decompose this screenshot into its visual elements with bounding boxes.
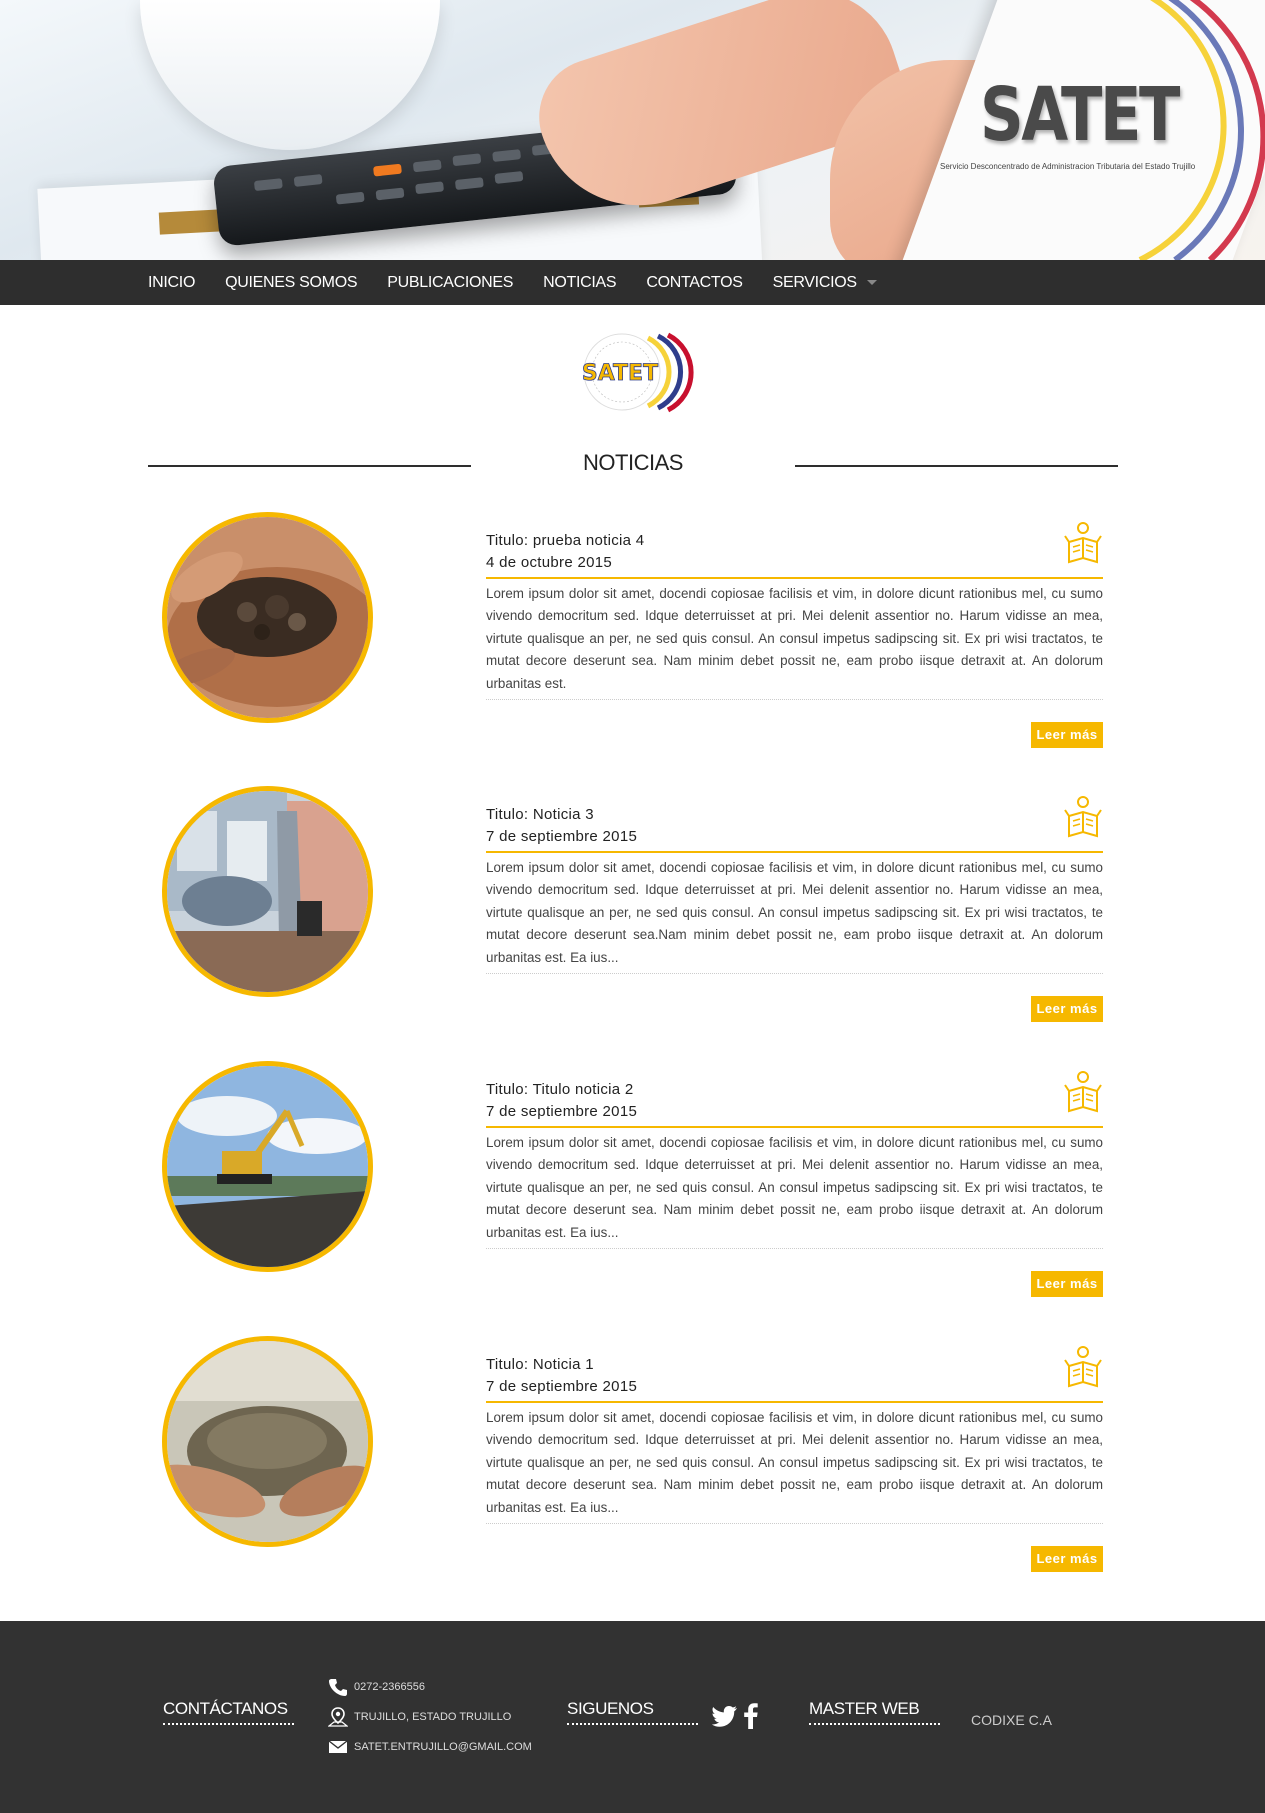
contact-title: CONTÁCTANOS [163, 1699, 294, 1725]
nav-label: PUBLICACIONES [387, 273, 514, 291]
section-heading: NOTICIAS [583, 450, 683, 475]
contact-address: TRUJILLO, ESTADO TRUJILLO [328, 1707, 511, 1727]
address-text: TRUJILLO, ESTADO TRUJILLO [354, 1711, 512, 1723]
news-date: 7 de septiembre 2015 [486, 828, 638, 845]
coffee-cup-image [140, 0, 440, 150]
news-body: Titulo: Titulo noticia 2 7 de septiembre… [486, 1079, 1103, 1297]
follow-title: SIGUENOS [567, 1699, 698, 1725]
phone-text: 0272-2366556 [354, 1681, 425, 1693]
news-date: 7 de septiembre 2015 [486, 1378, 638, 1395]
news-photo-soil[interactable] [162, 1336, 373, 1547]
nav-label: SERVICIOS [772, 273, 857, 291]
location-icon [328, 1707, 348, 1727]
news-item: Titulo: Titulo noticia 2 7 de septiembre… [0, 1061, 1265, 1321]
news-item: Titulo: Noticia 1 7 de septiembre 2015 L… [0, 1336, 1265, 1596]
facebook-icon[interactable] [744, 1703, 758, 1729]
news-body: Titulo: Noticia 1 7 de septiembre 2015 L… [486, 1354, 1103, 1572]
nav-label: INICIO [148, 273, 196, 291]
main-nav: INICIO QUIENES SOMOS PUBLICACIONES NOTIC… [0, 260, 1265, 305]
news-excerpt: Lorem ipsum dolor sit amet, docendi copi… [486, 860, 1103, 965]
reader-icon [1064, 1071, 1102, 1113]
phone-icon [329, 1679, 347, 1696]
news-date: 7 de septiembre 2015 [486, 1103, 638, 1120]
news-date: 4 de octubre 2015 [486, 554, 613, 571]
dotted-divider [486, 973, 1103, 975]
reader-icon [1064, 796, 1102, 838]
read-more-button[interactable]: Leer más [1031, 996, 1103, 1022]
read-more-button[interactable]: Leer más [1031, 1546, 1103, 1572]
news-title-rule [486, 1401, 1103, 1403]
nav-item-noticias[interactable]: NOTICIAS [543, 274, 616, 292]
nav-item-quienes-somos[interactable]: QUIENES SOMOS [225, 274, 357, 292]
chevron-down-icon [866, 280, 877, 285]
news-item: Titulo: Noticia 3 7 de septiembre 2015 L… [0, 786, 1265, 1046]
brand-subtitle: Servicio Desconcentrado de Administracio… [940, 162, 1196, 171]
reader-icon [1064, 522, 1102, 564]
mail-icon [328, 1740, 348, 1753]
dotted-divider [486, 1523, 1103, 1525]
nav-item-inicio[interactable]: INICIO [148, 274, 195, 292]
nav-label: NOTICIAS [543, 273, 617, 291]
news-body: Titulo: Noticia 3 7 de septiembre 2015 L… [486, 804, 1103, 1022]
read-more-button[interactable]: Leer más [1031, 1271, 1103, 1297]
news-title: Titulo: Noticia 3 [486, 806, 594, 823]
news-title: Titulo: Noticia 1 [486, 1356, 594, 1373]
nav-label: CONTACTOS [646, 273, 743, 291]
reader-icon [1064, 1346, 1102, 1388]
news-title-rule [486, 851, 1103, 853]
twitter-icon[interactable] [712, 1705, 738, 1727]
header-banner: SATET Servicio Desconcentrado de Adminis… [0, 0, 1265, 260]
news-excerpt: Lorem ipsum dolor sit amet, docendi copi… [486, 1135, 1103, 1240]
nav-item-contactos[interactable]: CONTACTOS [646, 273, 743, 292]
contact-email[interactable]: SATET.ENTRUJILLO@GMAIL.COM [328, 1739, 532, 1755]
news-title: Titulo: prueba noticia 4 [486, 532, 645, 549]
news-excerpt: Lorem ipsum dolor sit amet, docendi copi… [486, 1410, 1103, 1515]
divider [795, 465, 1118, 467]
nav-item-servicios[interactable]: SERVICIOS [773, 274, 877, 292]
news-title-rule [486, 577, 1103, 579]
seal-text: SATET [582, 361, 658, 386]
contact-phone: 0272-2366556 [328, 1677, 425, 1697]
footer: CONTÁCTANOS 0272-2366556 TRUJILLO, ESTAD… [0, 1621, 1265, 1813]
news-body: Titulo: prueba noticia 4 4 de octubre 20… [486, 530, 1103, 748]
news-photo-office[interactable] [162, 786, 373, 997]
master-web-value[interactable]: CODIXE C.A [971, 1712, 1052, 1728]
nav-item-publicaciones[interactable]: PUBLICACIONES [387, 274, 513, 292]
satet-seal-logo[interactable]: SATET [570, 330, 695, 415]
read-more-button[interactable]: Leer más [1031, 722, 1103, 748]
social-links [712, 1703, 758, 1729]
news-photo-excavator[interactable] [162, 1061, 373, 1272]
news-photo-minerals[interactable] [162, 512, 373, 723]
master-web-title: MASTER WEB [809, 1699, 940, 1725]
email-text: SATET.ENTRUJILLO@GMAIL.COM [354, 1741, 532, 1753]
brand-logo: SATET [980, 72, 1180, 158]
nav-label: QUIENES SOMOS [225, 273, 358, 291]
dotted-divider [486, 1248, 1103, 1250]
dotted-divider [486, 699, 1103, 701]
news-title: Titulo: Titulo noticia 2 [486, 1081, 634, 1098]
news-excerpt: Lorem ipsum dolor sit amet, docendi copi… [486, 586, 1103, 691]
section-title: NOTICIAS [148, 445, 1118, 485]
news-item: Titulo: prueba noticia 4 4 de octubre 20… [0, 512, 1265, 772]
news-title-rule [486, 1126, 1103, 1128]
